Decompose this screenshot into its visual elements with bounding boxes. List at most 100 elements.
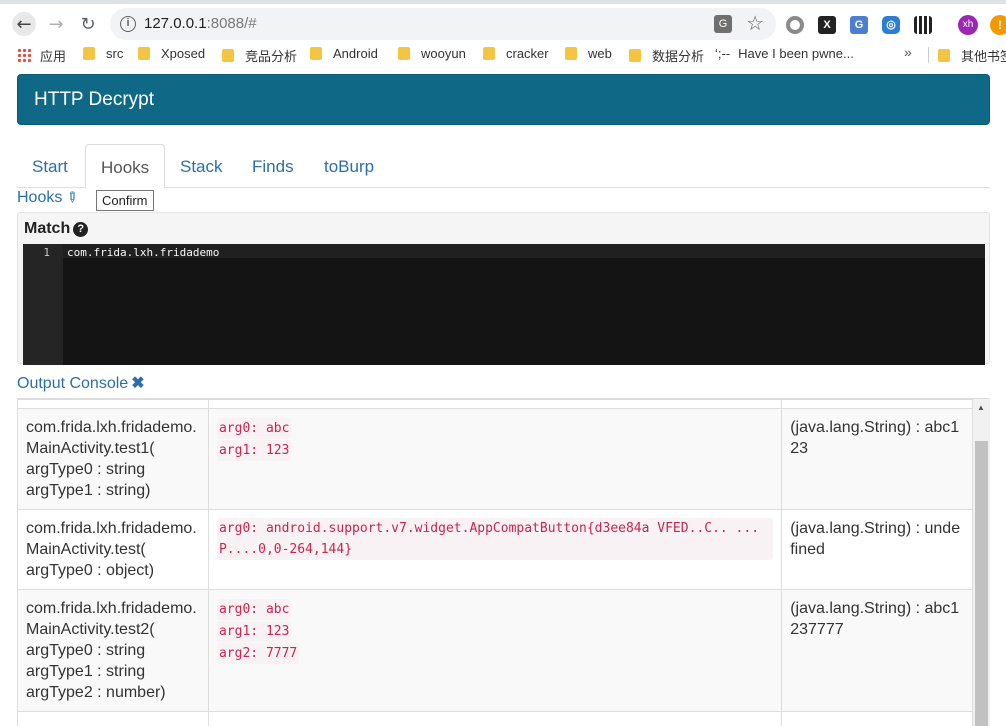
extension-circle-icon[interactable] [786, 16, 804, 34]
argument-value: arg0: android.support.v7.widget.AppCompa… [216, 518, 774, 560]
help-icon[interactable]: ? [73, 222, 89, 237]
bookmark-other[interactable]: 其他书签 [938, 46, 1006, 65]
profile-avatar[interactable]: xh [958, 15, 978, 35]
folder-icon [565, 47, 577, 60]
argument-value: arg2: 7777 [216, 643, 300, 664]
address-bar[interactable]: i 127.0.0.1:8088/# G ☆ [110, 8, 776, 40]
table-row: com.frida.lxh.fridademo. MainActivity.te… [17, 589, 973, 712]
table-row [17, 711, 973, 726]
bookmark-xposed[interactable]: Xposed [138, 46, 205, 61]
scroll-up-icon[interactable]: ▲ [977, 403, 985, 412]
match-heading: Match? [24, 220, 89, 238]
table-row [17, 399, 973, 409]
match-panel: Match? 1 com.frida.lxh.fridademo [17, 212, 990, 365]
bookmark-label: Have I been pwne... [738, 46, 854, 61]
bookmark-label: web [588, 46, 612, 61]
output-console-link[interactable]: Output Console ✖ [17, 373, 145, 393]
page-title: HTTP Decrypt [34, 89, 155, 110]
scrollbar-thumb[interactable] [975, 441, 988, 726]
translate-icon[interactable]: G [714, 15, 732, 33]
tab-start[interactable]: Start [17, 144, 83, 188]
folder-icon [138, 47, 150, 60]
return-cell: (java.lang.String) : undefined [781, 509, 973, 590]
function-line: argType0 : string [26, 461, 146, 478]
hooks-label: Hooks [17, 189, 63, 206]
folder-icon [483, 47, 495, 60]
bookmark-label: 竞品分析 [245, 49, 298, 64]
output-table-container[interactable]: com.frida.lxh.fridademo. MainActivity.te… [17, 398, 990, 726]
reload-button[interactable]: ↻ [76, 12, 100, 36]
tab-bar: Start Hooks Stack Finds toBurp [17, 144, 990, 189]
info-icon[interactable]: i [120, 16, 136, 32]
bookmark-competitor-analysis[interactable]: 竞品分析 [222, 46, 297, 65]
bookmark-label: wooyun [421, 46, 466, 61]
extension-translate-icon[interactable]: G [850, 16, 868, 34]
bookmark-label: cracker [506, 46, 549, 61]
url-text[interactable]: 127.0.0.1:8088/# [144, 15, 257, 32]
bookmark-label: src [106, 46, 124, 61]
function-line: com.frida.lxh.fridademo. [26, 600, 197, 617]
function-line: argType2 : number) [26, 684, 166, 701]
header-panel: HTTP Decrypt [17, 74, 990, 125]
function-line: argType0 : object) [26, 562, 155, 579]
update-icon[interactable]: ! [990, 15, 1006, 35]
hooks-link[interactable]: Hooks✎ [17, 187, 82, 207]
table-row: com.frida.lxh.fridademo. MainActivity.te… [17, 408, 973, 510]
browser-toolbar: ← → ↻ i 127.0.0.1:8088/# G ☆ X G ◎ xh ! [0, 0, 1006, 42]
extension-qrcode-icon[interactable] [914, 16, 932, 34]
bookmark-src[interactable]: src [83, 46, 123, 61]
return-cell: (java.lang.String) : abc123 [781, 408, 973, 510]
bookmark-label: 其他书签 [961, 49, 1006, 64]
bookmark-label: Xposed [161, 46, 206, 61]
function-line: MainActivity.test2( [26, 621, 155, 638]
function-cell: com.frida.lxh.fridademo. MainActivity.te… [17, 509, 209, 590]
output-table: com.frida.lxh.fridademo. MainActivity.te… [17, 399, 973, 726]
function-line: argType0 : string [26, 642, 146, 659]
tab-toburp[interactable]: toBurp [309, 144, 389, 188]
table-row: com.frida.lxh.fridademo. MainActivity.te… [17, 509, 973, 590]
close-icon[interactable]: ✖ [131, 375, 144, 392]
folder-icon [398, 47, 410, 60]
tab-stack[interactable]: Stack [165, 144, 238, 188]
tab-hooks[interactable]: Hooks [85, 144, 166, 189]
tab-finds[interactable]: Finds [237, 144, 309, 188]
code-line[interactable]: com.frida.lxh.fridademo [67, 246, 219, 259]
function-line: MainActivity.test( [26, 541, 146, 558]
extension-proxy-icon[interactable]: ◎ [882, 16, 900, 34]
argument-value: arg1: 123 [216, 440, 292, 461]
editor-gutter [23, 244, 63, 365]
arguments-cell: arg0: android.support.v7.widget.AppCompa… [207, 509, 783, 590]
confirm-tooltip: Confirm [96, 190, 154, 211]
forward-button[interactable]: → [44, 12, 68, 36]
arguments-cell: arg0: abc arg1: 123 [207, 408, 783, 510]
match-title: Match [24, 220, 71, 237]
bookmark-android[interactable]: Android [310, 46, 378, 61]
line-number: 1 [43, 246, 50, 259]
bookmark-cracker[interactable]: cracker [483, 46, 549, 61]
bookmark-data-analysis[interactable]: 数据分析 [629, 46, 704, 65]
bookmark-haveibeenpwned[interactable]: ‘;-- Have I been pwne... [715, 46, 854, 61]
code-editor[interactable]: 1 com.frida.lxh.fridademo [23, 244, 985, 365]
apps-grid-icon[interactable] [17, 48, 31, 62]
bookmark-apps[interactable]: 应用 [40, 46, 66, 65]
pin-icon[interactable]: ✎ [62, 187, 83, 207]
bookmarks-bar: 应用 src Xposed 竞品分析 Android wooyun cracke… [0, 42, 1006, 68]
bookmark-wooyun[interactable]: wooyun [398, 46, 466, 61]
extension-x-icon[interactable]: X [818, 16, 836, 34]
page-content: HTTP Decrypt Start Hooks Stack Finds toB… [0, 68, 1006, 726]
bookmarks-overflow-button[interactable]: » [904, 44, 912, 60]
console-label: Output Console [17, 375, 129, 392]
bookmark-prefix: ‘;-- [715, 46, 731, 61]
back-button[interactable]: ← [12, 12, 36, 36]
argument-value: arg0: abc [216, 599, 292, 620]
function-line: MainActivity.test1( [26, 440, 155, 457]
bookmark-web[interactable]: web [565, 46, 612, 61]
vertical-scrollbar[interactable]: ▲ [973, 399, 990, 726]
function-line: argType1 : string [26, 663, 146, 680]
bookmark-star-icon[interactable]: ☆ [746, 11, 764, 35]
folder-icon [310, 47, 322, 60]
bookmark-label: 数据分析 [652, 49, 705, 64]
folder-icon [222, 49, 234, 62]
folder-icon [629, 49, 641, 62]
arguments-cell: arg0: abc arg1: 123 arg2: 7777 [207, 589, 783, 712]
